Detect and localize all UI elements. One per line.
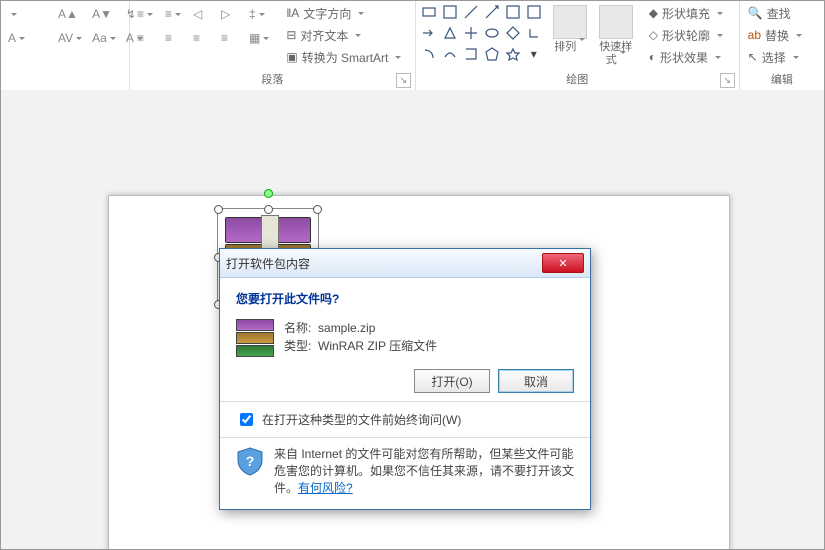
- line-spacing-button[interactable]: ‡: [246, 3, 272, 25]
- paragraph-launcher-icon[interactable]: ↘: [396, 73, 411, 88]
- file-info: 名称: sample.zip 类型: WinRAR ZIP 压缩文件: [284, 319, 437, 355]
- warning-text: 来自 Internet 的文件可能对您有所帮助，但某些文件可能 危害您的计算机。…: [274, 446, 574, 497]
- decrease-indent-button[interactable]: ◁: [190, 3, 216, 25]
- font-family-dropdown[interactable]: [5, 3, 51, 25]
- font-color-dropdown[interactable]: A: [5, 27, 51, 49]
- resize-handle[interactable]: [264, 205, 273, 214]
- dialog-titlebar[interactable]: 打开软件包内容 ✕: [220, 249, 590, 278]
- quick-styles-icon: [599, 5, 633, 39]
- shapes-gallery[interactable]: ▾: [420, 3, 545, 72]
- type-label: 类型:: [284, 339, 311, 353]
- align-center-button[interactable]: ≡: [162, 27, 188, 49]
- name-value: sample.zip: [318, 321, 375, 335]
- paragraph-group-label: 段落: [134, 72, 411, 88]
- resize-handle[interactable]: [214, 205, 223, 214]
- text-direction-button[interactable]: ‖A文字方向: [282, 3, 405, 23]
- shape-fill-button[interactable]: ◆形状填充: [645, 3, 727, 23]
- font-group-label: [5, 72, 125, 88]
- numbering-button[interactable]: ≡: [162, 3, 188, 25]
- increase-indent-button[interactable]: ▷: [218, 3, 244, 25]
- arrange-button[interactable]: 排列: [549, 3, 591, 72]
- resize-handle[interactable]: [313, 205, 322, 214]
- always-ask-checkbox[interactable]: 在打开这种类型的文件前始终询问(W): [236, 410, 574, 429]
- shape-outline-button[interactable]: ◇形状轮廓: [645, 25, 727, 45]
- type-value: WinRAR ZIP 压缩文件: [318, 339, 437, 353]
- change-case-button[interactable]: Aa: [89, 27, 119, 49]
- always-ask-label: 在打开这种类型的文件前始终询问(W): [262, 411, 461, 428]
- bullets-button[interactable]: ≡: [134, 3, 160, 25]
- find-button[interactable]: 🔍查找: [744, 3, 806, 23]
- ribbon: A A▲ AV A▼ Aa ↯ A ≡ ≡ ◁: [1, 1, 824, 91]
- close-icon: ✕: [558, 257, 567, 270]
- dialog-question: 您要打开此文件吗?: [236, 290, 574, 307]
- align-left-button[interactable]: ≡: [134, 27, 160, 49]
- svg-text:?: ?: [246, 453, 255, 469]
- close-button[interactable]: ✕: [542, 253, 584, 273]
- align-text-button[interactable]: ⊟对齐文本: [282, 25, 405, 45]
- drawing-group: ▾ 排列 快速样式 ◆形状填充 ◇形状轮廓 ◐形状效果 绘图 ↘: [416, 1, 740, 90]
- open-package-dialog: 打开软件包内容 ✕ 您要打开此文件吗? 名称: sample.zip 类型: W…: [219, 248, 591, 510]
- quick-styles-button[interactable]: 快速样式: [595, 3, 637, 72]
- cancel-button[interactable]: 取消: [498, 369, 574, 393]
- paragraph-group: ≡ ≡ ◁ ▷ ‡ ≡ ≡ ≡ ≡ ▦ ‖A文字方向 ⊟对齐文本 ▣转换为 Sm…: [130, 1, 416, 90]
- shrink-font-button[interactable]: A▼: [89, 3, 119, 25]
- editing-group: 🔍查找 ab替换 ↖选择 编辑: [740, 1, 824, 90]
- grow-font-button[interactable]: A▲: [55, 3, 85, 25]
- risk-link[interactable]: 有何风险?: [298, 481, 353, 495]
- rotate-handle[interactable]: [264, 189, 273, 198]
- cursor-icon: ↖: [748, 50, 758, 64]
- char-spacing-button[interactable]: AV: [55, 27, 85, 49]
- justify-button[interactable]: ≡: [218, 27, 244, 49]
- columns-button[interactable]: ▦: [246, 27, 272, 49]
- dialog-title: 打开软件包内容: [226, 255, 542, 272]
- shield-icon: ?: [236, 446, 264, 476]
- replace-icon: ab: [748, 28, 761, 42]
- convert-smartart-button[interactable]: ▣转换为 SmartArt: [282, 47, 405, 67]
- shape-effects-button[interactable]: ◐形状效果: [645, 47, 727, 67]
- binoculars-icon: 🔍: [748, 6, 763, 20]
- drawing-group-label: 绘图: [420, 72, 735, 88]
- align-right-button[interactable]: ≡: [190, 27, 216, 49]
- replace-button[interactable]: ab替换: [744, 25, 806, 45]
- name-label: 名称:: [284, 321, 311, 335]
- editing-group-label: 编辑: [744, 72, 820, 88]
- select-button[interactable]: ↖选择: [744, 47, 806, 67]
- open-button[interactable]: 打开(O): [414, 369, 490, 393]
- font-group: A A▲ AV A▼ Aa ↯ A: [1, 1, 130, 90]
- file-type-icon: [236, 319, 274, 355]
- arrange-icon: [553, 5, 587, 39]
- always-ask-input[interactable]: [240, 413, 253, 426]
- drawing-launcher-icon[interactable]: ↘: [720, 73, 735, 88]
